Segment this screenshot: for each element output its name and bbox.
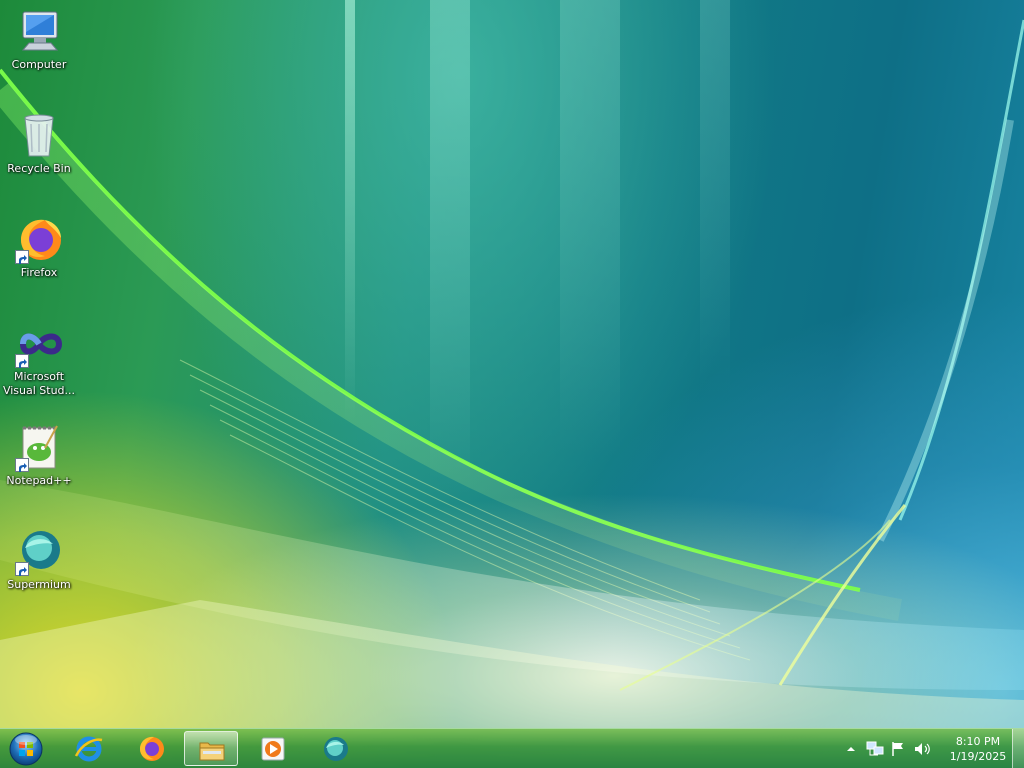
media-player-icon	[261, 737, 285, 761]
desktop-icon-label: Recycle Bin	[7, 162, 71, 175]
desktop-icon-supermium[interactable]: Supermium	[1, 528, 77, 592]
desktop-icon-label: Microsoft Visual Stud...	[2, 370, 76, 397]
shortcut-arrow-icon	[15, 562, 29, 576]
taskbar-pin-internet-explorer[interactable]	[62, 731, 116, 766]
notepadpp-icon	[15, 424, 63, 472]
visual-studio-icon	[15, 320, 63, 368]
supermium-icon	[15, 528, 63, 576]
show-desktop-button[interactable]	[1012, 729, 1024, 768]
desktop-icon-computer[interactable]: Computer	[1, 8, 77, 72]
computer-icon	[15, 8, 63, 56]
wallpaper-light-streaks	[0, 0, 1024, 728]
desktop-icon-visual-studio[interactable]: Microsoft Visual Stud...	[1, 320, 77, 398]
desktop-icon-label: Firefox	[20, 266, 58, 279]
shortcut-arrow-icon	[15, 354, 29, 368]
firefox-icon	[140, 736, 164, 761]
recycle-bin-icon	[15, 112, 63, 160]
taskbar-clock[interactable]: 8:10 PM 1/19/2025	[940, 734, 1016, 764]
file-explorer-icon	[199, 742, 225, 761]
network-icon[interactable]	[866, 741, 884, 761]
action-center-flag-icon[interactable]	[890, 741, 906, 761]
shortcut-arrow-icon	[15, 458, 29, 472]
desktop-icon-label: Computer	[11, 58, 67, 71]
desktop-icon-firefox[interactable]: Firefox	[1, 216, 77, 280]
taskbar: 8:10 PM 1/19/2025	[0, 728, 1024, 768]
desktop-icon-label: Notepad++	[6, 474, 72, 487]
internet-explorer-icon	[74, 736, 103, 762]
start-button[interactable]	[6, 731, 46, 767]
volume-icon[interactable]	[914, 741, 932, 761]
clock-date: 1/19/2025	[949, 750, 1007, 763]
windows-orb-icon	[9, 732, 43, 766]
clock-time: 8:10 PM	[955, 735, 1001, 748]
taskbar-pin-file-explorer[interactable]	[184, 731, 238, 766]
desktop-icon-recycle-bin[interactable]: Recycle Bin	[1, 112, 77, 176]
system-tray: 8:10 PM 1/19/2025	[840, 729, 1024, 768]
desktop-icon-label: Supermium	[7, 578, 71, 591]
show-hidden-icons-icon[interactable]	[846, 741, 856, 760]
firefox-icon	[15, 216, 63, 264]
desktop-icon-notepadpp[interactable]: Notepad++	[1, 424, 77, 488]
supermium-icon	[324, 737, 348, 761]
taskbar-pin-firefox[interactable]	[124, 731, 178, 766]
shortcut-arrow-icon	[15, 250, 29, 264]
taskbar-pin-media-player[interactable]	[246, 731, 300, 766]
taskbar-pin-supermium[interactable]	[308, 731, 362, 766]
desktop[interactable]: Computer Recycle Bin Firefox Microsoft V…	[0, 0, 1024, 768]
